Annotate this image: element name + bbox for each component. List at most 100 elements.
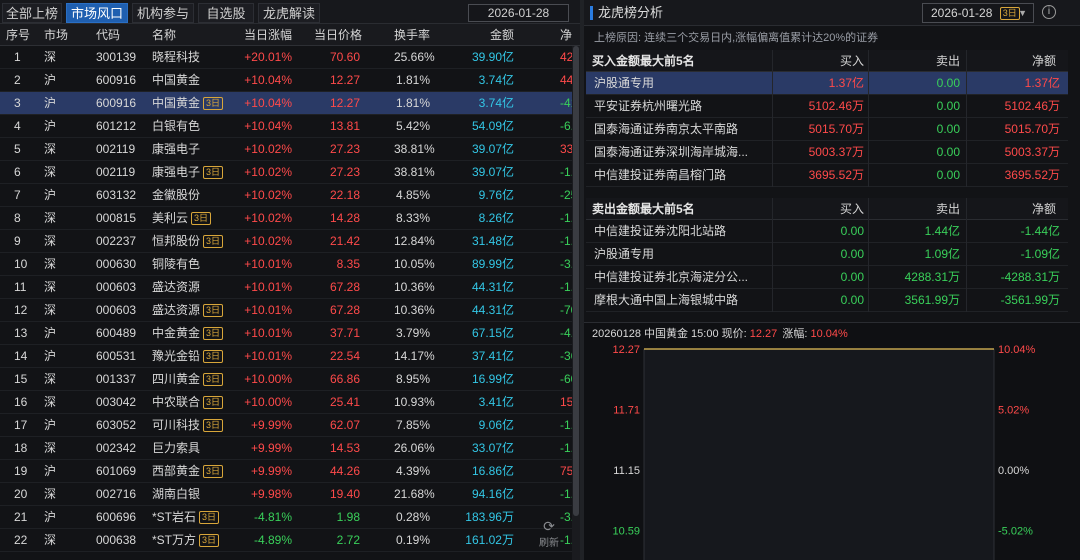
amount-cell: 16.99亿 [458, 368, 514, 391]
table-row[interactable]: 4 沪 601212 白银有色 +10.04% 13.81 5.42% 54.09亿 -6. [0, 115, 572, 138]
table-row[interactable]: 6 深 002119 康强电子 3日 +10.02% 27.23 38.81% 39.07亿 -1… [0, 161, 572, 184]
header-5[interactable]: 当日价格 [314, 24, 362, 46]
header-4[interactable]: 当日涨幅 [230, 24, 292, 46]
table-row[interactable]: 2 沪 600916 中国黄金 +10.04% 12.27 1.81% 3.74亿 4449. [0, 69, 572, 92]
scrollbar-thumb[interactable] [573, 46, 579, 516]
table-row[interactable]: 12 深 000603 盛达资源 3日 +10.01% 67.28 10.36% 44.31亿 -… [0, 299, 572, 322]
tab-3[interactable]: 自选股 [198, 3, 254, 23]
three-day-badge: 3日 [203, 235, 224, 249]
row-number: 10 [14, 253, 27, 276]
table-row[interactable]: 1 深 300139 晓程科技 +20.01% 70.60 25.66% 39.90亿 4230… [0, 46, 572, 69]
turnover-cell: 10.93% [394, 391, 435, 414]
net-cell: -4146. [560, 92, 572, 115]
code-cell: 600916 [96, 92, 136, 115]
net-cell: -3. [560, 253, 572, 276]
amount-cell: 39.90亿 [458, 46, 514, 69]
table-row[interactable]: 18 深 002342 巨力索具 +9.99% 14.53 26.06% 33.07亿 -1. [0, 437, 572, 460]
market-cell: 深 [44, 138, 56, 161]
change-cell: +10.04% [230, 92, 292, 115]
tab-0[interactable]: 全部上榜 [2, 3, 62, 23]
net-cell-text: -1. [560, 441, 572, 455]
code-cell: 300139 [96, 46, 136, 69]
table-row[interactable]: 21 沪 600696 *ST岩石 3日 -4.81% 1.98 0.28% 183.96万 -3… [0, 506, 572, 529]
amount-cell: 54.09亿 [458, 115, 514, 138]
header-2[interactable]: 代码 [96, 24, 120, 46]
refresh-button[interactable]: ⟳ 刷新 [535, 518, 563, 560]
name-cell-text: 盛达资源 [152, 303, 201, 317]
amount-cell-text: 16.86亿 [471, 464, 514, 478]
buy-broker-row[interactable]: 平安证券杭州曙光路 5102.46万 0.00 5102.46万 [586, 95, 1068, 118]
tab-2[interactable]: 机构参与 [132, 3, 194, 23]
table-row[interactable]: 15 深 001337 四川黄金 3日 +10.00% 66.86 8.95% 16.99亿 -6… [0, 368, 572, 391]
turnover-cell: 0.19% [394, 529, 430, 552]
table-scrollbar[interactable] [572, 46, 580, 560]
table-row[interactable]: 14 沪 600531 豫光金铅 3日 +10.01% 22.54 14.17% 37.41亿 -… [0, 345, 572, 368]
table-row[interactable]: 3 沪 600916 中国黄金3日 +10.04% 12.27 1.81% 3.74亿 -414… [0, 92, 572, 115]
right-date-picker[interactable]: 2026-01-28 3日 ▼ [922, 3, 1034, 23]
row-number-text: 7 [14, 188, 21, 202]
amount-cell: 161.02万 [458, 529, 514, 552]
change-cell-text: +10.01% [244, 280, 292, 294]
market-cell-text: 深 [44, 441, 57, 455]
change-cell-text: +10.01% [244, 257, 292, 271]
table-row[interactable]: 11 深 000603 盛达资源 +10.01% 67.28 10.36% 44.31亿 -1. [0, 276, 572, 299]
sell-broker-row[interactable]: 沪股通专用 0.00 1.09亿 -1.09亿 [586, 243, 1068, 266]
buy-broker-row[interactable]: 中信建投证券南昌榕门路 3695.52万 0.00 3695.52万 [586, 164, 1068, 187]
info-icon[interactable]: i [1042, 5, 1056, 19]
table-row[interactable]: 22 深 000638 *ST万方 3日 -4.89% 2.72 0.19% 161.02万 -1… [0, 529, 572, 552]
change-cell: -4.81% [230, 506, 292, 529]
name-cell-text: 铜陵有色 [152, 257, 201, 271]
table-row[interactable]: 8 深 000815 美利云3日 +10.02% 14.28 8.33% 8.26亿 -1. [0, 207, 572, 230]
code-cell-text: 600916 [96, 96, 137, 110]
change-cell: +10.00% [230, 368, 292, 391]
table-row[interactable]: 9 深 002237 恒邦股份 3日 +10.02% 21.42 12.84% 31.48亿 -1… [0, 230, 572, 253]
turnover-cell: 5.42% [394, 115, 430, 138]
turnover-cell: 0.28% [394, 506, 430, 529]
buy-value: 1.37亿 [828, 76, 864, 90]
change-cell: +10.01% [230, 253, 292, 276]
table-row[interactable]: 5 深 002119 康强电子 +10.02% 27.23 38.81% 39.07亿 3325… [0, 138, 572, 161]
table-row[interactable]: 17 沪 603052 可川科技3日 +9.99% 62.07 7.85% 9.06亿 -1. [0, 414, 572, 437]
table-row[interactable]: 10 深 000630 铜陵有色 +10.01% 8.35 10.05% 89.99亿 -3. [0, 253, 572, 276]
amount-cell-text: 9.06亿 [478, 418, 514, 432]
code-cell-text: 600531 [96, 349, 137, 363]
chart-header-chg-label: 涨幅: [782, 328, 808, 340]
buy-value: 0.00 [840, 247, 864, 261]
chart-header-chg: 10.04% [810, 328, 848, 340]
row-number: 19 [14, 460, 27, 483]
tab-4[interactable]: 龙虎解读 [258, 3, 320, 23]
table-row[interactable]: 19 沪 601069 西部黄金3日 +9.99% 44.26 4.39% 16.86亿 756… [0, 460, 572, 483]
sell-broker-row[interactable]: 摩根大通中国上海银城中路 0.00 3561.99万 -3561.99万 [586, 289, 1068, 312]
buy-broker-row[interactable]: 国泰海通证券南京太平南路 5015.70万 0.00 5015.70万 [586, 118, 1068, 141]
sell-broker-row[interactable]: 中信建投证券沈阳北站路 0.00 1.44亿 -1.44亿 [586, 220, 1068, 243]
turnover-cell-text: 14.17% [394, 349, 435, 363]
net-cell: -1. [560, 207, 572, 230]
header-3[interactable]: 名称 [152, 24, 176, 46]
broker-name: 沪股通专用 [594, 76, 655, 90]
amount-cell: 67.15亿 [458, 322, 514, 345]
turnover-cell: 4.39% [394, 460, 430, 483]
net-cell: -1. [560, 276, 572, 299]
header-7[interactable]: 金额 [458, 24, 514, 46]
table-row[interactable]: 7 沪 603132 金徽股份 +10.02% 22.18 4.85% 9.76亿 -2521. [0, 184, 572, 207]
net-cell-text: 4449. [560, 73, 572, 87]
buy-value: 3695.52万 [808, 168, 864, 182]
buy-broker-row[interactable]: 国泰海通证券深圳海岸城海... 5003.37万 0.00 5003.37万 [586, 141, 1068, 164]
table-row[interactable]: 16 深 003042 中农联合 3日 +10.00% 25.41 10.93% 3.41亿 15… [0, 391, 572, 414]
left-date-picker[interactable]: 2026-01-28 [468, 4, 569, 22]
header-6[interactable]: 换手率 [394, 24, 430, 46]
buy-col-0: 买入 [839, 54, 864, 68]
change-cell-text: +10.00% [244, 372, 292, 386]
buy-broker-row[interactable]: 沪股通专用 1.37亿 0.00 1.37亿 [586, 72, 1068, 95]
price-cell: 67.28 [314, 299, 360, 322]
net-cell-text: -1. [560, 211, 572, 225]
header-0[interactable]: 序号 [6, 24, 30, 46]
header-1[interactable]: 市场 [44, 24, 68, 46]
name-cell: 盛达资源 3日 [152, 299, 224, 322]
table-row[interactable]: 20 深 002716 湖南白银 +9.98% 19.40 21.68% 94.16亿 -1. [0, 483, 572, 506]
table-row[interactable]: 13 沪 600489 中金黄金 3日 +10.01% 37.71 3.79% 67.15亿 -4… [0, 322, 572, 345]
header-8[interactable]: 净 [560, 24, 572, 46]
sell-broker-row[interactable]: 中信建投证券北京海淀分公... 0.00 4288.31万 -4288.31万 [586, 266, 1068, 289]
tab-1[interactable]: 市场风口 [66, 3, 128, 23]
turnover-cell-text: 10.36% [394, 303, 435, 317]
